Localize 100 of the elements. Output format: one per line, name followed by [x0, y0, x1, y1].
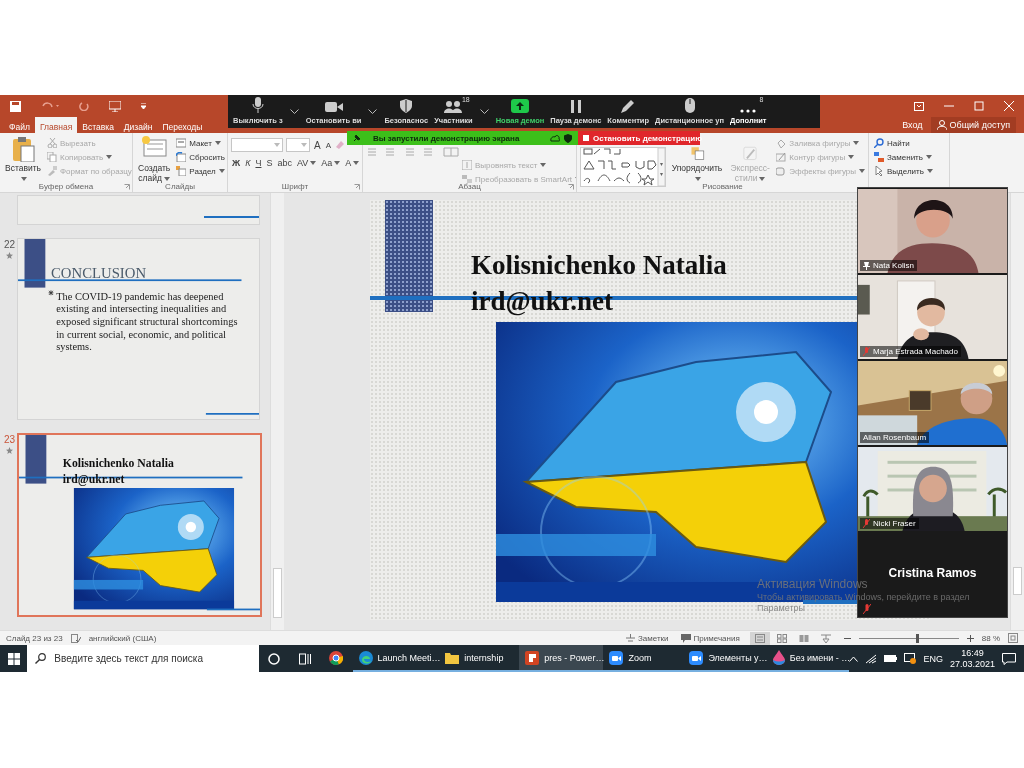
close-icon[interactable] — [1004, 101, 1014, 111]
font-size-field[interactable] — [286, 138, 310, 152]
dialog-launcher-icon[interactable] — [124, 184, 130, 190]
share-button[interactable]: Общий доступ — [930, 117, 1016, 133]
chevron-up-icon[interactable] — [849, 655, 859, 662]
font-size-button[interactable]: A — [324, 140, 332, 150]
ribbon-button[interactable]: Выделить — [874, 165, 933, 177]
format-button[interactable]: Ж — [231, 158, 242, 168]
battery-icon[interactable] — [884, 655, 898, 662]
ribbon-tab[interactable]: Переходы — [157, 117, 208, 133]
presentation-icon[interactable] — [109, 100, 121, 112]
format-button[interactable]: abc — [276, 158, 293, 168]
more-icon — [740, 109, 757, 113]
participant-name: Nata Kolisn — [860, 260, 917, 271]
format-button[interactable]: A — [344, 158, 361, 168]
ribbon-button[interactable]: Раздел — [176, 165, 225, 177]
scrollbar[interactable] — [1010, 193, 1024, 630]
pause-icon — [570, 100, 581, 113]
format-button[interactable]: AV — [296, 158, 318, 168]
ribbon-tab[interactable]: Вставка — [77, 117, 119, 133]
taskbar-app[interactable]: Zoom — [603, 645, 684, 672]
ribbon-tab[interactable]: Дизайн — [118, 117, 158, 133]
taskbar-app[interactable]: Без имени - … — [766, 645, 850, 672]
screen-icon[interactable] — [904, 653, 917, 664]
effects-icon — [776, 166, 787, 176]
search-field[interactable]: Введите здесь текст для поиска — [52, 652, 243, 665]
ribbon-button[interactable]: Сбросить — [176, 151, 225, 163]
fit-slide-icon[interactable] — [1008, 633, 1018, 643]
format-button[interactable]: Ч — [254, 158, 263, 168]
taskbar-app[interactable]: pres - Power… — [519, 645, 604, 672]
format-button[interactable]: Aa — [320, 158, 342, 168]
view-button[interactable] — [749, 631, 770, 645]
caret-icon — [21, 176, 27, 181]
group-title: Рисование — [702, 181, 743, 192]
pattern-block — [25, 435, 47, 484]
stop-icon — [583, 135, 589, 141]
caret-icon — [759, 176, 766, 181]
sign-in-link[interactable]: Вход — [894, 117, 931, 133]
share-screen-icon — [510, 99, 529, 113]
dialog-launcher-icon[interactable] — [354, 184, 360, 190]
comments-button[interactable]: Примечания — [678, 633, 742, 643]
plus-icon[interactable] — [966, 634, 974, 642]
task-view-icon[interactable] — [298, 652, 311, 665]
notes-icon — [625, 633, 635, 643]
caret-icon — [695, 176, 701, 181]
language-label[interactable]: английский (США) — [88, 633, 157, 643]
notification-icon[interactable] — [1002, 652, 1016, 665]
redo-icon[interactable] — [79, 101, 89, 111]
taskbar-app[interactable]: Элементы у… — [683, 645, 767, 672]
ribbon-tab[interactable]: Файл — [4, 117, 35, 133]
maximize-icon[interactable] — [974, 101, 984, 111]
animation-star-icon — [6, 447, 13, 454]
ribbon-button[interactable]: Найти — [874, 137, 933, 149]
notes-button[interactable]: Заметки — [623, 633, 671, 643]
save-icon[interactable] — [10, 100, 21, 112]
format-button[interactable]: К — [244, 158, 252, 168]
caret-icon — [310, 161, 317, 165]
taskbar-app[interactable]: Launch Meeti… — [352, 645, 440, 672]
spellcheck-icon[interactable] — [70, 633, 81, 643]
zoom-slider-thumb[interactable] — [915, 633, 919, 643]
shield-icon — [564, 133, 572, 143]
ribbon-tab[interactable]: Главная — [34, 117, 78, 133]
font-name-field[interactable] — [231, 138, 283, 152]
ribbon-button[interactable]: Макет — [176, 137, 225, 149]
windows-icon[interactable] — [7, 652, 20, 665]
cortana-icon[interactable] — [268, 652, 281, 665]
wifi-icon[interactable] — [865, 653, 878, 664]
customize-icon[interactable] — [141, 103, 146, 109]
slide-thumbnail[interactable]: CONCLUSION The COVID-19 pandemic has deepened existing and intersecting inequalities and exposed significant structural shortcomings in current social, economic, and political systems. — [17, 238, 260, 420]
participant-name: Nicki Fraser — [860, 518, 919, 529]
grid-view-icon — [776, 633, 787, 643]
layout-icon — [176, 138, 187, 148]
caret-icon — [859, 169, 865, 173]
caret-icon — [214, 141, 221, 145]
dialog-launcher-icon[interactable] — [568, 184, 574, 190]
eraser-icon — [335, 140, 345, 150]
ribbon-button[interactable]: Упорядочить — [670, 145, 724, 184]
banner-text: Вы запустили демонстрацию экрана — [373, 133, 520, 143]
ribbon-button[interactable]: Заменить — [874, 151, 933, 163]
zoom-percent[interactable]: 88 % — [981, 633, 1000, 643]
normal-view-icon — [754, 633, 765, 643]
font-size-button[interactable]: A — [313, 139, 322, 151]
shapes-gallery-drawing[interactable] — [580, 147, 666, 187]
clock-date: 27.03.2021 — [949, 658, 995, 670]
slide-thumbnail[interactable] — [17, 195, 260, 225]
format-button[interactable]: S — [265, 158, 274, 168]
input-language[interactable]: ENG — [923, 653, 943, 664]
clock[interactable]: 16:49 27.03.2021 — [949, 647, 995, 670]
ribbon-button[interactable]: Вставить — [3, 135, 43, 184]
mouse-icon — [684, 98, 695, 113]
video-camera-icon — [324, 101, 343, 113]
caret-icon — [926, 169, 933, 173]
section-icon — [176, 166, 187, 176]
scrollbar[interactable] — [270, 193, 284, 630]
ribbon-display-icon[interactable] — [914, 101, 924, 111]
replace-icon — [874, 152, 884, 162]
search-box[interactable]: Введите здесь текст для поиска — [27, 645, 260, 672]
slide-counter: Слайд 23 из 23 — [6, 633, 63, 643]
speaker-name: Cristina Ramos — [888, 566, 977, 580]
ribbon-button[interactable]: Создать слайд — [136, 135, 173, 184]
